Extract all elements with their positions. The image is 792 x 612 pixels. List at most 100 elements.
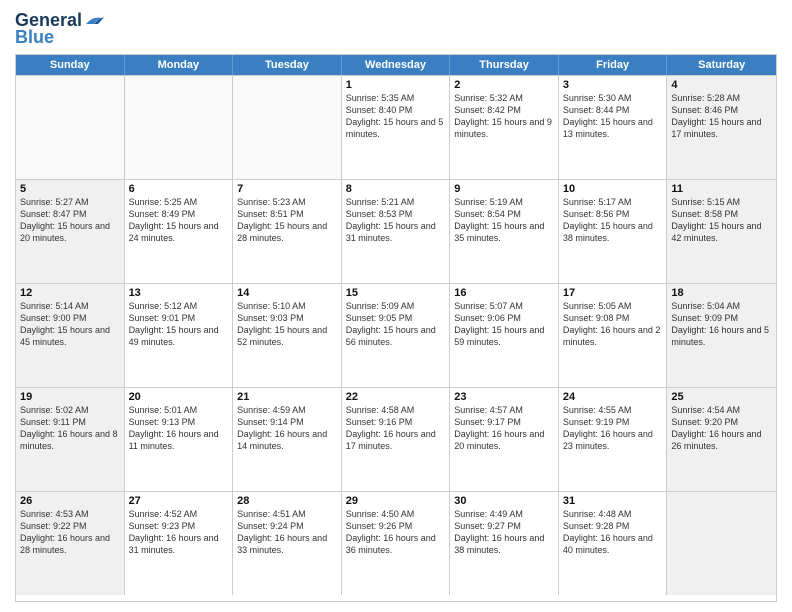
day-number: 28 bbox=[237, 495, 337, 507]
calendar-cell: 12Sunrise: 5:14 AM Sunset: 9:00 PM Dayli… bbox=[16, 284, 125, 387]
calendar-cell: 19Sunrise: 5:02 AM Sunset: 9:11 PM Dayli… bbox=[16, 388, 125, 491]
weekday-header: Thursday bbox=[450, 55, 559, 75]
cell-daylight-info: Sunrise: 4:57 AM Sunset: 9:17 PM Dayligh… bbox=[454, 404, 554, 453]
cell-daylight-info: Sunrise: 5:32 AM Sunset: 8:42 PM Dayligh… bbox=[454, 92, 554, 141]
calendar-body: 1Sunrise: 5:35 AM Sunset: 8:40 PM Daylig… bbox=[16, 75, 776, 595]
calendar-cell: 11Sunrise: 5:15 AM Sunset: 8:58 PM Dayli… bbox=[667, 180, 776, 283]
weekday-header: Monday bbox=[125, 55, 234, 75]
calendar-cell: 3Sunrise: 5:30 AM Sunset: 8:44 PM Daylig… bbox=[559, 76, 668, 179]
cell-daylight-info: Sunrise: 5:17 AM Sunset: 8:56 PM Dayligh… bbox=[563, 196, 663, 245]
calendar-cell bbox=[125, 76, 234, 179]
cell-daylight-info: Sunrise: 4:48 AM Sunset: 9:28 PM Dayligh… bbox=[563, 508, 663, 557]
day-number: 30 bbox=[454, 495, 554, 507]
calendar-week: 5Sunrise: 5:27 AM Sunset: 8:47 PM Daylig… bbox=[16, 179, 776, 283]
calendar-cell bbox=[16, 76, 125, 179]
cell-daylight-info: Sunrise: 4:51 AM Sunset: 9:24 PM Dayligh… bbox=[237, 508, 337, 557]
cell-daylight-info: Sunrise: 5:07 AM Sunset: 9:06 PM Dayligh… bbox=[454, 300, 554, 349]
calendar-cell: 18Sunrise: 5:04 AM Sunset: 9:09 PM Dayli… bbox=[667, 284, 776, 387]
day-number: 18 bbox=[671, 287, 772, 299]
cell-daylight-info: Sunrise: 5:23 AM Sunset: 8:51 PM Dayligh… bbox=[237, 196, 337, 245]
calendar-cell: 26Sunrise: 4:53 AM Sunset: 9:22 PM Dayli… bbox=[16, 492, 125, 595]
day-number: 11 bbox=[671, 183, 772, 195]
day-number: 21 bbox=[237, 391, 337, 403]
cell-daylight-info: Sunrise: 5:14 AM Sunset: 9:00 PM Dayligh… bbox=[20, 300, 120, 349]
cell-daylight-info: Sunrise: 4:58 AM Sunset: 9:16 PM Dayligh… bbox=[346, 404, 446, 453]
cell-daylight-info: Sunrise: 4:49 AM Sunset: 9:27 PM Dayligh… bbox=[454, 508, 554, 557]
calendar-cell: 16Sunrise: 5:07 AM Sunset: 9:06 PM Dayli… bbox=[450, 284, 559, 387]
cell-daylight-info: Sunrise: 5:19 AM Sunset: 8:54 PM Dayligh… bbox=[454, 196, 554, 245]
day-number: 16 bbox=[454, 287, 554, 299]
cell-daylight-info: Sunrise: 5:15 AM Sunset: 8:58 PM Dayligh… bbox=[671, 196, 772, 245]
calendar-cell bbox=[233, 76, 342, 179]
cell-daylight-info: Sunrise: 4:54 AM Sunset: 9:20 PM Dayligh… bbox=[671, 404, 772, 453]
calendar-cell: 9Sunrise: 5:19 AM Sunset: 8:54 PM Daylig… bbox=[450, 180, 559, 283]
calendar-header: SundayMondayTuesdayWednesdayThursdayFrid… bbox=[16, 55, 776, 75]
cell-daylight-info: Sunrise: 5:10 AM Sunset: 9:03 PM Dayligh… bbox=[237, 300, 337, 349]
day-number: 5 bbox=[20, 183, 120, 195]
day-number: 23 bbox=[454, 391, 554, 403]
weekday-header: Tuesday bbox=[233, 55, 342, 75]
weekday-header: Wednesday bbox=[342, 55, 451, 75]
day-number: 1 bbox=[346, 79, 446, 91]
calendar-week: 12Sunrise: 5:14 AM Sunset: 9:00 PM Dayli… bbox=[16, 283, 776, 387]
weekday-header: Friday bbox=[559, 55, 668, 75]
calendar-cell: 23Sunrise: 4:57 AM Sunset: 9:17 PM Dayli… bbox=[450, 388, 559, 491]
day-number: 17 bbox=[563, 287, 663, 299]
calendar-week: 26Sunrise: 4:53 AM Sunset: 9:22 PM Dayli… bbox=[16, 491, 776, 595]
calendar-cell: 6Sunrise: 5:25 AM Sunset: 8:49 PM Daylig… bbox=[125, 180, 234, 283]
cell-daylight-info: Sunrise: 4:55 AM Sunset: 9:19 PM Dayligh… bbox=[563, 404, 663, 453]
calendar-cell: 5Sunrise: 5:27 AM Sunset: 8:47 PM Daylig… bbox=[16, 180, 125, 283]
day-number: 2 bbox=[454, 79, 554, 91]
calendar-cell: 27Sunrise: 4:52 AM Sunset: 9:23 PM Dayli… bbox=[125, 492, 234, 595]
calendar-cell: 24Sunrise: 4:55 AM Sunset: 9:19 PM Dayli… bbox=[559, 388, 668, 491]
calendar-cell: 13Sunrise: 5:12 AM Sunset: 9:01 PM Dayli… bbox=[125, 284, 234, 387]
calendar-cell: 2Sunrise: 5:32 AM Sunset: 8:42 PM Daylig… bbox=[450, 76, 559, 179]
calendar-week: 19Sunrise: 5:02 AM Sunset: 9:11 PM Dayli… bbox=[16, 387, 776, 491]
calendar-cell: 28Sunrise: 4:51 AM Sunset: 9:24 PM Dayli… bbox=[233, 492, 342, 595]
day-number: 26 bbox=[20, 495, 120, 507]
cell-daylight-info: Sunrise: 5:27 AM Sunset: 8:47 PM Dayligh… bbox=[20, 196, 120, 245]
day-number: 24 bbox=[563, 391, 663, 403]
day-number: 6 bbox=[129, 183, 229, 195]
calendar-cell: 21Sunrise: 4:59 AM Sunset: 9:14 PM Dayli… bbox=[233, 388, 342, 491]
cell-daylight-info: Sunrise: 5:25 AM Sunset: 8:49 PM Dayligh… bbox=[129, 196, 229, 245]
day-number: 13 bbox=[129, 287, 229, 299]
cell-daylight-info: Sunrise: 5:12 AM Sunset: 9:01 PM Dayligh… bbox=[129, 300, 229, 349]
day-number: 15 bbox=[346, 287, 446, 299]
cell-daylight-info: Sunrise: 5:05 AM Sunset: 9:08 PM Dayligh… bbox=[563, 300, 663, 349]
calendar-cell: 10Sunrise: 5:17 AM Sunset: 8:56 PM Dayli… bbox=[559, 180, 668, 283]
calendar-cell: 8Sunrise: 5:21 AM Sunset: 8:53 PM Daylig… bbox=[342, 180, 451, 283]
cell-daylight-info: Sunrise: 5:09 AM Sunset: 9:05 PM Dayligh… bbox=[346, 300, 446, 349]
calendar-cell: 14Sunrise: 5:10 AM Sunset: 9:03 PM Dayli… bbox=[233, 284, 342, 387]
calendar-cell: 7Sunrise: 5:23 AM Sunset: 8:51 PM Daylig… bbox=[233, 180, 342, 283]
cell-daylight-info: Sunrise: 5:21 AM Sunset: 8:53 PM Dayligh… bbox=[346, 196, 446, 245]
calendar-cell: 31Sunrise: 4:48 AM Sunset: 9:28 PM Dayli… bbox=[559, 492, 668, 595]
calendar-cell: 17Sunrise: 5:05 AM Sunset: 9:08 PM Dayli… bbox=[559, 284, 668, 387]
calendar-cell bbox=[667, 492, 776, 595]
logo-bird-icon bbox=[84, 14, 104, 28]
logo-blue: Blue bbox=[15, 27, 54, 48]
logo: General Blue bbox=[15, 10, 104, 48]
cell-daylight-info: Sunrise: 5:04 AM Sunset: 9:09 PM Dayligh… bbox=[671, 300, 772, 349]
weekday-header: Sunday bbox=[16, 55, 125, 75]
header: General Blue bbox=[15, 10, 777, 48]
calendar: SundayMondayTuesdayWednesdayThursdayFrid… bbox=[15, 54, 777, 602]
cell-daylight-info: Sunrise: 5:02 AM Sunset: 9:11 PM Dayligh… bbox=[20, 404, 120, 453]
calendar-cell: 25Sunrise: 4:54 AM Sunset: 9:20 PM Dayli… bbox=[667, 388, 776, 491]
cell-daylight-info: Sunrise: 5:28 AM Sunset: 8:46 PM Dayligh… bbox=[671, 92, 772, 141]
calendar-cell: 20Sunrise: 5:01 AM Sunset: 9:13 PM Dayli… bbox=[125, 388, 234, 491]
day-number: 8 bbox=[346, 183, 446, 195]
day-number: 31 bbox=[563, 495, 663, 507]
cell-daylight-info: Sunrise: 5:35 AM Sunset: 8:40 PM Dayligh… bbox=[346, 92, 446, 141]
calendar-cell: 30Sunrise: 4:49 AM Sunset: 9:27 PM Dayli… bbox=[450, 492, 559, 595]
day-number: 25 bbox=[671, 391, 772, 403]
day-number: 14 bbox=[237, 287, 337, 299]
calendar-cell: 15Sunrise: 5:09 AM Sunset: 9:05 PM Dayli… bbox=[342, 284, 451, 387]
day-number: 3 bbox=[563, 79, 663, 91]
day-number: 12 bbox=[20, 287, 120, 299]
cell-daylight-info: Sunrise: 4:53 AM Sunset: 9:22 PM Dayligh… bbox=[20, 508, 120, 557]
cell-daylight-info: Sunrise: 4:50 AM Sunset: 9:26 PM Dayligh… bbox=[346, 508, 446, 557]
weekday-header: Saturday bbox=[667, 55, 776, 75]
day-number: 29 bbox=[346, 495, 446, 507]
calendar-cell: 22Sunrise: 4:58 AM Sunset: 9:16 PM Dayli… bbox=[342, 388, 451, 491]
